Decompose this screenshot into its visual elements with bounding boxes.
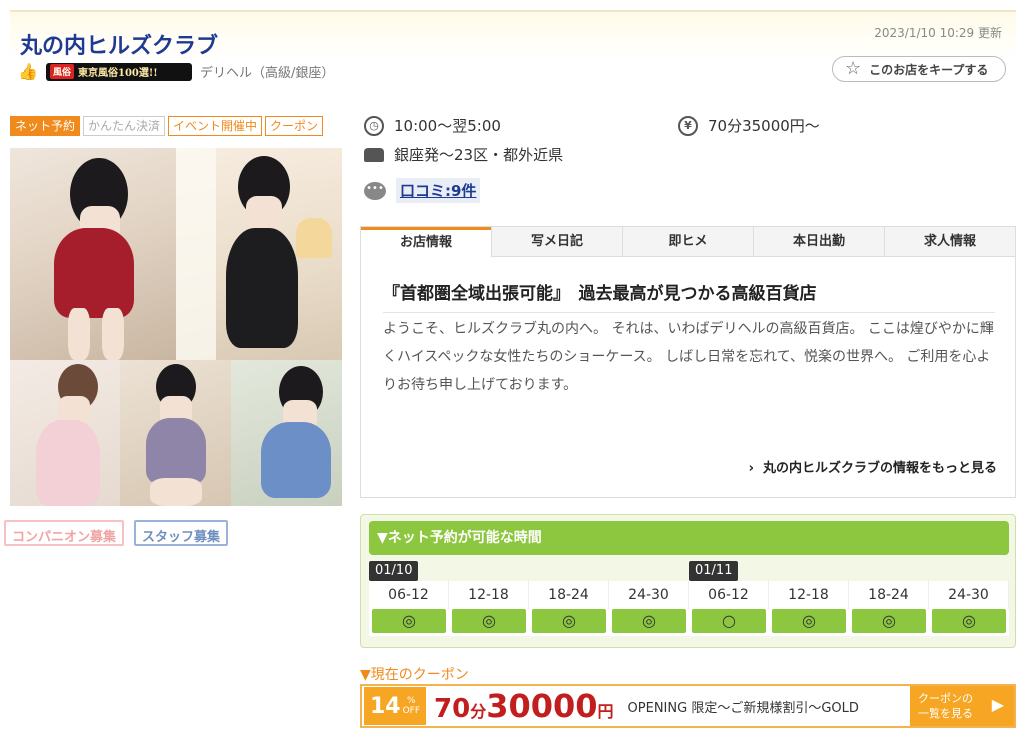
coupon-yen: 円 — [597, 702, 614, 721]
panel-body: ようこそ、ヒルズクラブ丸の内へ。 それは、いわばデリヘルの高級百貨店。 ここは煌… — [383, 321, 994, 393]
gallery-photo-4[interactable] — [120, 360, 231, 506]
more-info-label: 丸の内ヒルズクラブの情報をもっと見る — [762, 461, 997, 476]
gallery-photo-5[interactable] — [231, 360, 342, 506]
tab-jobs[interactable]: 求人情報 — [884, 227, 1015, 257]
gallery-photo-1[interactable] — [10, 148, 176, 360]
coupon-heading: ▼現在のクーポン — [360, 667, 469, 683]
slot-time: 12-18 — [769, 581, 849, 609]
slot[interactable]: 24-30 ◎ — [609, 581, 689, 636]
play-arrow-icon: ▶ — [991, 695, 1004, 714]
coupon-list-button[interactable]: クーポンの 一覧を見る ▶ — [910, 686, 1014, 726]
date-tag-first: 01/10 — [369, 561, 419, 581]
tab-bar: お店情報 写メ日記 即ヒメ 本日出勤 求人情報 — [361, 227, 1015, 257]
tab-photo-diary[interactable]: 写メ日記 — [491, 227, 622, 257]
coupon-min-unit: 分 — [470, 702, 487, 721]
hours-row: ◷ 10:00〜翌5:00 — [364, 115, 501, 136]
photo-gallery — [10, 148, 342, 506]
slot-time: 18-24 — [529, 581, 609, 609]
chevron-right-icon: › — [748, 461, 754, 476]
tag-net-reservation: ネット予約 — [10, 116, 81, 136]
slot-mark: ◎ — [772, 609, 846, 633]
coupon-description: OPENING 限定〜ご新規様割引〜GOLD — [627, 700, 859, 716]
discount-badge: 14 % OFF — [364, 687, 426, 725]
clock-icon: ◷ — [364, 115, 384, 136]
price-row: ¥ 70分35000円〜 — [678, 115, 820, 136]
slot-time: 24-30 — [929, 581, 1009, 609]
tab-shop-info[interactable]: お店情報 — [361, 227, 491, 257]
slot[interactable]: 18-24 ◎ — [849, 581, 929, 636]
staff-recruit-button[interactable]: スタッフ募集 — [134, 520, 229, 546]
coupon-price: 70 分 30000 円 — [434, 687, 614, 725]
shop-header: 丸の内ヒルズクラブ 2023/1/10 10:29 更新 👍 風俗 東京風俗10… — [10, 10, 1016, 92]
slot-time: 06-12 — [369, 581, 449, 609]
reservation-heading: ▼ネット予約が可能な時間 — [369, 521, 1009, 555]
feature-tags: ネット予約 かんたん決済 イベント開催中 クーポン — [10, 116, 324, 136]
discount-unit: % OFF — [402, 696, 421, 716]
more-info-link[interactable]: › 丸の内ヒルズクラブの情報をもっと見る — [749, 457, 997, 476]
keep-shop-label: このお店をキープする — [869, 62, 989, 77]
slot[interactable]: 12-18 ◎ — [449, 581, 529, 636]
slot-time: 24-30 — [609, 581, 689, 609]
reviews-row: ••• 口コミ:9件 — [364, 178, 481, 203]
slot-mark: ◎ — [852, 609, 926, 633]
page-title: 丸の内ヒルズクラブ — [20, 34, 219, 59]
keep-shop-button[interactable]: ☆ このお店をキープする — [832, 56, 1006, 82]
date-tag-second: 01/11 — [689, 561, 739, 581]
star-icon: ☆ — [845, 58, 862, 79]
slot[interactable]: 06-12 ◎ — [369, 581, 449, 636]
slot-mark: ◎ — [532, 609, 606, 633]
slot[interactable]: 18-24 ◎ — [529, 581, 609, 636]
tag-event: イベント開催中 — [168, 116, 263, 136]
coupon-card[interactable]: 14 % OFF 70 分 30000 円 OPENING 限定〜ご新規様割引〜G… — [360, 684, 1016, 728]
shop-category: デリヘル（高級/銀座） — [200, 66, 335, 81]
tab-today-schedule[interactable]: 本日出勤 — [753, 227, 884, 257]
badge-row: 👍 風俗 東京風俗100選!! デリヘル（高級/銀座） — [18, 62, 334, 81]
slot-mark: ◎ — [452, 609, 526, 633]
reservation-availability: ▼ネット予約が可能な時間 01/10 01/11 06-12 ◎ 12-18 ◎ 1… — [360, 514, 1016, 648]
recruit-links: コンパニオン募集 スタッフ募集 — [4, 520, 229, 546]
coupon-amount: 30000 — [486, 687, 598, 725]
tag-easy-payment: かんたん決済 — [83, 116, 166, 136]
yen-icon: ¥ — [678, 115, 698, 136]
chat-bubble-icon: ••• — [364, 181, 386, 200]
slot[interactable]: 24-30 ◎ — [929, 581, 1009, 636]
slot-time: 18-24 — [849, 581, 929, 609]
car-icon — [364, 147, 384, 162]
coupon-minutes: 70 — [434, 694, 471, 724]
base-price: 70分35000円〜 — [708, 117, 820, 135]
gallery-photo-3[interactable] — [10, 360, 120, 506]
tag-coupon: クーポン — [265, 116, 324, 136]
discount-percent: 14 — [369, 693, 401, 719]
ranking-banner[interactable]: 風俗 東京風俗100選!! — [46, 62, 192, 81]
slot-time: 06-12 — [689, 581, 769, 609]
updated-timestamp: 2023/1/10 10:29 更新 — [874, 26, 1002, 40]
ranking-banner-logo: 風俗 — [50, 64, 75, 79]
gallery-photo-2[interactable] — [176, 148, 342, 360]
slot-mark: ◎ — [372, 609, 446, 633]
panel-title: 『首都圏全域出張可能』 過去最高が見つかる高級百貨店 — [383, 279, 995, 313]
tab-available-now[interactable]: 即ヒメ — [622, 227, 753, 257]
business-hours: 10:00〜翌5:00 — [394, 117, 501, 135]
reviews-link[interactable]: 口コミ:9件 — [396, 178, 481, 203]
slot-row: 06-12 ◎ 12-18 ◎ 18-24 ◎ 24-30 ◎ 06-12 ○ 12-18… — [369, 581, 1009, 636]
ranking-banner-text: 東京風俗100選!! — [78, 68, 158, 79]
slot-mark: ◎ — [612, 609, 686, 633]
slot[interactable]: 06-12 ○ — [689, 581, 769, 636]
service-area: 銀座発〜23区・都外近県 — [394, 146, 564, 164]
slot-mark: ○ — [692, 609, 766, 633]
slot-mark: ◎ — [932, 609, 1006, 633]
area-row: 銀座発〜23区・都外近県 — [364, 144, 563, 165]
slot-time: 12-18 — [449, 581, 529, 609]
thumbs-up-icon: 👍 — [18, 61, 38, 81]
companion-recruit-button[interactable]: コンパニオン募集 — [4, 520, 125, 546]
shop-info-panel: お店情報 写メ日記 即ヒメ 本日出勤 求人情報 『首都圏全域出張可能』 過去最高… — [360, 226, 1016, 498]
slot[interactable]: 12-18 ◎ — [769, 581, 849, 636]
